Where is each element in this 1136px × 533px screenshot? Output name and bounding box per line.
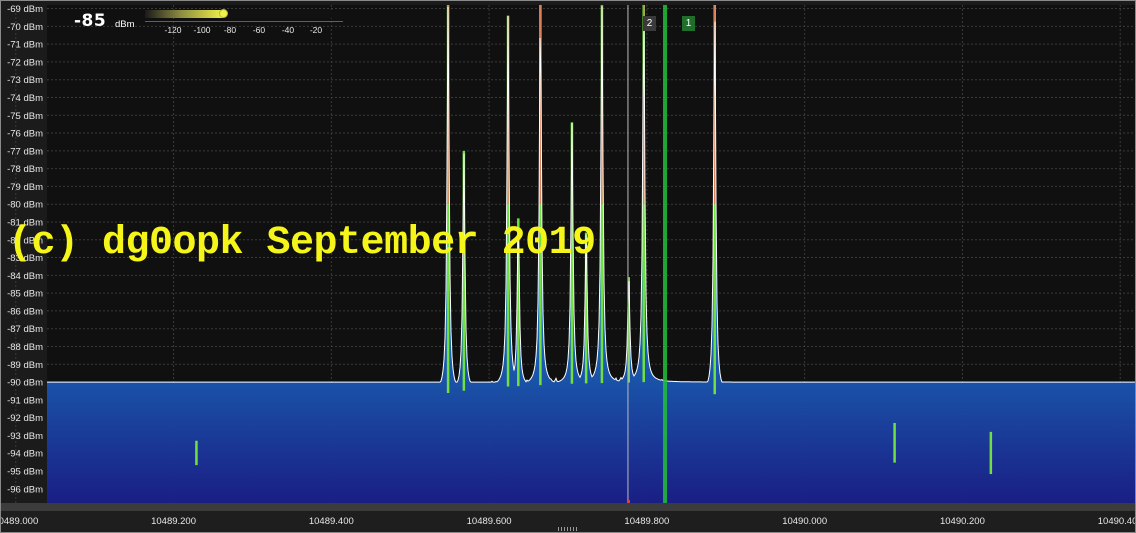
gauge-tick: -80 [223, 25, 237, 35]
gauge-threshold-line [145, 21, 343, 22]
x-tick-label: 10489.800 [624, 516, 669, 527]
y-tick-label: -87 dBm [7, 324, 43, 335]
y-tick-label: -69 dBm [7, 4, 43, 15]
y-tick-label: -71 dBm [7, 40, 43, 51]
x-tick-label: 10489.600 [467, 516, 512, 527]
x-tick-label: 10489.400 [309, 516, 354, 527]
watermark-text: (c) dg0opk September 2019 [8, 221, 596, 266]
spectrum-analyzer-window: -69 dBm -70 dBm -71 dBm -72 dBm -73 dBm -74 d… [0, 0, 1136, 533]
resize-grip[interactable] [558, 527, 578, 531]
y-tick-label: -72 dBm [7, 57, 43, 68]
y-tick-label: -79 dBm [7, 182, 43, 193]
y-tick-label: -85 dBm [7, 289, 43, 300]
y-tick-label: -77 dBm [7, 146, 43, 157]
gauge-bar [145, 9, 341, 18]
y-tick-label: -73 dBm [7, 75, 43, 86]
gauge-fill [145, 10, 224, 18]
y-tick-label: -75 dBm [7, 111, 43, 122]
y-tick-label: -88 dBm [7, 342, 43, 353]
level-unit: dBm [115, 19, 135, 30]
y-tick-label: -78 dBm [7, 164, 43, 175]
x-tick-label: 10489.000 [0, 516, 38, 527]
marker-2-foot [626, 500, 630, 503]
marker-2-label[interactable]: 2 [643, 16, 656, 31]
x-tick-label: 10490.400 [1098, 516, 1136, 527]
y-tick-label: -94 dBm [7, 449, 43, 460]
y-tick-label: -84 dBm [7, 271, 43, 282]
gauge-tick: -40 [281, 25, 295, 35]
y-tick-label: -70 dBm [7, 22, 43, 33]
marker-1-label[interactable]: 1 [682, 16, 695, 31]
level-gauge[interactable]: -120 -100 -80 -60 -40 -20 [143, 8, 345, 38]
y-tick-label: -92 dBm [7, 413, 43, 424]
marker-1-line [663, 5, 668, 503]
y-tick-label: -76 dBm [7, 129, 43, 140]
gauge-tick: -60 [252, 25, 266, 35]
y-tick-label: -86 dBm [7, 306, 43, 317]
y-tick-label: -74 dBm [7, 93, 43, 104]
y-tick-label: -91 dBm [7, 395, 43, 406]
y-tick-label: -95 dBm [7, 466, 43, 477]
gauge-slider-knob[interactable] [219, 9, 229, 18]
y-tick-label: -90 dBm [7, 378, 43, 389]
level-readout: -85 [74, 11, 107, 31]
gauge-scale: -120 -100 -80 -60 -40 -20 [143, 25, 345, 37]
y-tick-label: -80 dBm [7, 200, 43, 211]
y-tick-label: -96 dBm [7, 484, 43, 495]
gauge-tick: -120 [164, 25, 182, 35]
gauge-tick: -100 [193, 25, 211, 35]
y-tick-label: -93 dBm [7, 431, 43, 442]
y-tick-label: -89 dBm [7, 360, 43, 371]
spectrum-display[interactable]: -69 dBm -70 dBm -71 dBm -72 dBm -73 dBm -74 d… [0, 0, 1136, 533]
x-tick-label: 10490.000 [782, 516, 827, 527]
x-tick-label: 10489.200 [151, 516, 196, 527]
x-tick-label: 10490.200 [940, 516, 985, 527]
gauge-tick: -20 [309, 25, 323, 35]
x-axis-bar [0, 503, 1136, 511]
